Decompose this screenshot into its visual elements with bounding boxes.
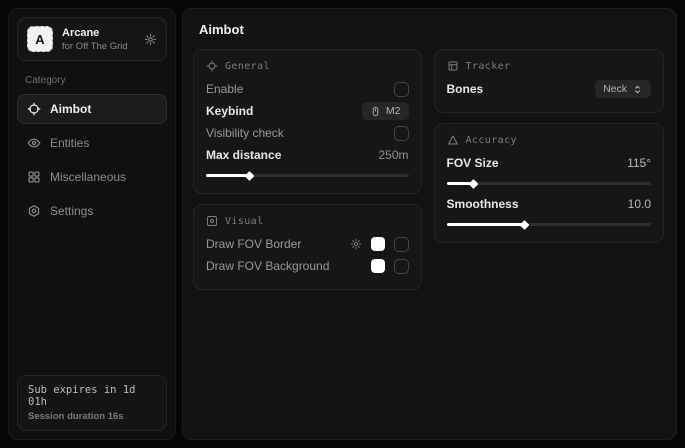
sidebar-item-miscellaneous[interactable]: Miscellaneous <box>17 162 167 192</box>
fov-size-slider[interactable] <box>447 182 651 185</box>
crosshair-icon <box>27 102 41 116</box>
accuracy-card-header: Accuracy <box>447 134 651 146</box>
fov-size-row: FOV Size 115° <box>447 152 651 174</box>
right-column: Tracker Bones Neck <box>434 49 664 243</box>
sidebar-item-label: Aimbot <box>50 102 91 116</box>
fov-size-slider-thumb[interactable] <box>469 179 479 189</box>
max-distance-slider-fill <box>206 174 249 177</box>
fov-background-label: Draw FOV Background <box>206 259 329 273</box>
tracker-card: Tracker Bones Neck <box>434 49 664 113</box>
category-label: Category <box>25 75 167 86</box>
keybind-value: M2 <box>386 105 401 117</box>
smoothness-row: Smoothness 10.0 <box>447 193 651 215</box>
page-title: Aimbot <box>183 9 676 47</box>
smoothness-value: 10.0 <box>628 197 651 211</box>
sidebar-spacer <box>17 226 167 375</box>
smoothness-slider-fill <box>447 223 525 226</box>
bones-label: Bones <box>447 82 484 96</box>
fov-border-label: Draw FOV Border <box>206 237 301 251</box>
fov-background-row: Draw FOV Background <box>206 255 409 277</box>
sidebar-item-label: Entities <box>50 136 89 150</box>
sidebar-nav: Aimbot Entities Miscellaneous <box>17 94 167 226</box>
fov-border-checkbox[interactable] <box>394 237 409 252</box>
fov-size-label: FOV Size <box>447 156 499 170</box>
fov-size-value: 115° <box>627 156 651 170</box>
app-logo-card: A Arcane for Off The Grid <box>17 17 167 61</box>
app-name: Arcane <box>62 27 135 39</box>
max-distance-value: 250m <box>378 148 408 162</box>
fov-background-color-swatch[interactable] <box>371 259 385 273</box>
app-logo: A <box>27 26 53 52</box>
gear-icon[interactable] <box>350 238 362 250</box>
max-distance-label: Max distance <box>206 148 281 162</box>
left-column: General Enable Keybind M2 <box>193 49 422 290</box>
general-card-header: General <box>206 60 409 72</box>
visual-card-title: Visual <box>225 216 264 227</box>
accuracy-card-title: Accuracy <box>466 135 517 146</box>
main-panel: Aimbot General Enable <box>182 8 677 440</box>
sidebar-item-label: Miscellaneous <box>50 170 126 184</box>
max-distance-row: Max distance 250m <box>206 144 409 166</box>
grid-icon <box>27 170 41 184</box>
bones-value: Neck <box>603 83 627 95</box>
visibility-check-row: Visibility check <box>206 122 409 144</box>
main-body: General Enable Keybind M2 <box>183 47 676 302</box>
crosshair-icon <box>206 60 218 72</box>
mouse-icon <box>370 106 381 117</box>
smoothness-label: Smoothness <box>447 197 519 211</box>
bones-row: Bones Neck <box>447 78 651 100</box>
settings-gear-icon[interactable] <box>144 33 157 46</box>
enable-checkbox[interactable] <box>394 82 409 97</box>
sidebar-item-label: Settings <box>50 204 93 218</box>
sidebar: A Arcane for Off The Grid Category Aimbo… <box>8 8 176 440</box>
eye-icon <box>27 136 41 150</box>
general-card-title: General <box>225 61 270 72</box>
bones-dropdown[interactable]: Neck <box>595 80 651 98</box>
max-distance-slider[interactable] <box>206 174 409 177</box>
box-icon <box>447 60 459 72</box>
fov-border-controls <box>350 237 409 252</box>
smoothness-slider[interactable] <box>447 223 651 226</box>
keybind-row: Keybind M2 <box>206 100 409 122</box>
enable-row: Enable <box>206 78 409 100</box>
tracker-card-header: Tracker <box>447 60 651 72</box>
keybind-button[interactable]: M2 <box>362 102 409 120</box>
eye-icon <box>206 215 218 227</box>
gear-icon <box>27 204 41 218</box>
visibility-check-checkbox[interactable] <box>394 126 409 141</box>
fov-size-slider-fill <box>447 182 474 185</box>
sidebar-item-entities[interactable]: Entities <box>17 128 167 158</box>
triangle-icon <box>447 134 459 146</box>
smoothness-slider-thumb[interactable] <box>520 220 530 230</box>
fov-background-checkbox[interactable] <box>394 259 409 274</box>
subscription-status-card: Sub expires in 1d 01h Session duration 1… <box>17 375 167 431</box>
visual-card: Visual Draw FOV Border <box>193 204 422 290</box>
session-duration-text: Session duration 16s <box>28 411 156 422</box>
sidebar-item-aimbot[interactable]: Aimbot <box>17 94 167 124</box>
app-titles: Arcane for Off The Grid <box>62 27 135 52</box>
enable-label: Enable <box>206 82 243 96</box>
tracker-card-title: Tracker <box>466 61 511 72</box>
fov-background-controls <box>371 259 409 274</box>
general-card: General Enable Keybind M2 <box>193 49 422 194</box>
app-tagline: for Off The Grid <box>62 41 135 52</box>
chevron-up-down-icon <box>632 84 643 95</box>
visual-card-header: Visual <box>206 215 409 227</box>
max-distance-slider-thumb[interactable] <box>244 171 254 181</box>
fov-border-row: Draw FOV Border <box>206 233 409 255</box>
visibility-check-label: Visibility check <box>206 126 284 140</box>
accuracy-card: Accuracy FOV Size 115° Smoothness 10.0 <box>434 123 664 243</box>
sidebar-item-settings[interactable]: Settings <box>17 196 167 226</box>
keybind-label: Keybind <box>206 104 253 118</box>
fov-border-color-swatch[interactable] <box>371 237 385 251</box>
sub-expiry-text: Sub expires in 1d 01h <box>28 384 156 408</box>
